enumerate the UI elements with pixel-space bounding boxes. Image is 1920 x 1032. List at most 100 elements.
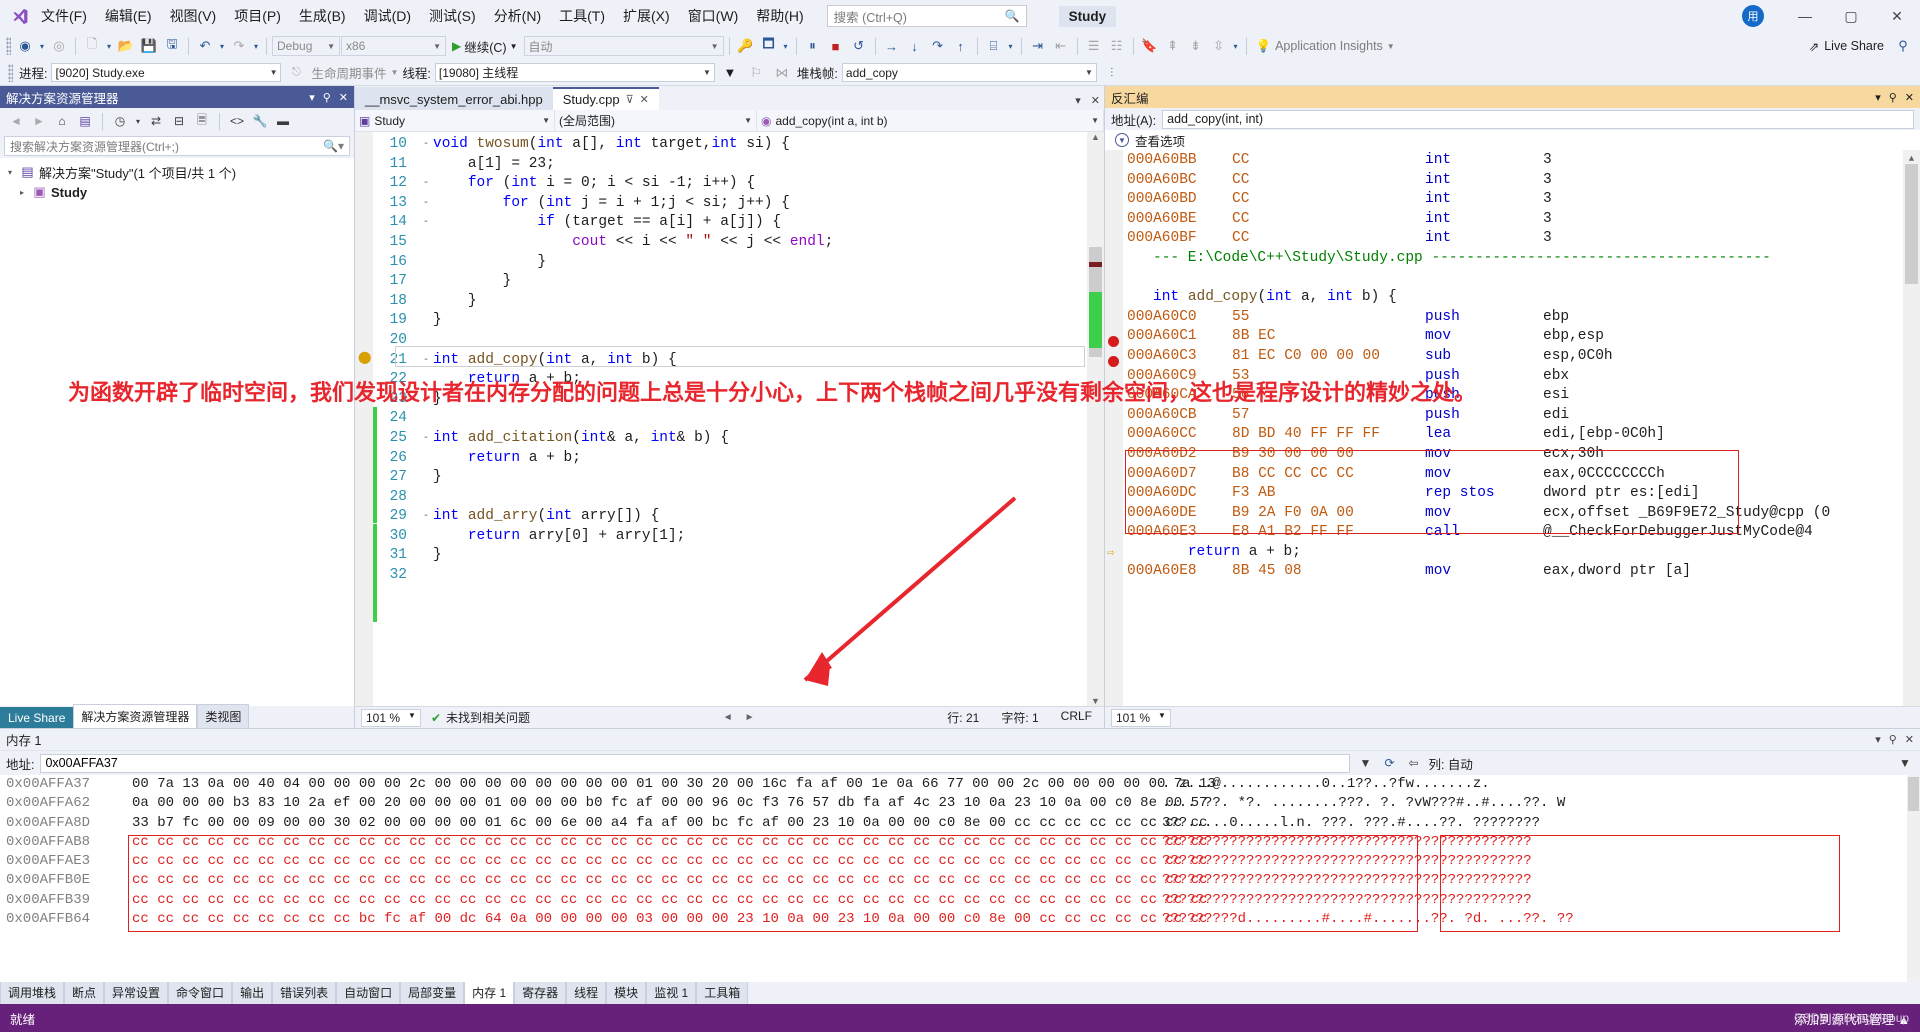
menu-build[interactable]: 生成(B): [290, 2, 355, 30]
close-button[interactable]: ✕: [1874, 0, 1920, 32]
restart-icon[interactable]: ↺: [848, 35, 870, 57]
forward-nav-icon[interactable]: ◎: [48, 35, 70, 57]
back-nav-icon[interactable]: ◉: [14, 35, 36, 57]
code-line[interactable]: 10- void twosum(int a[], int target,int s…: [377, 135, 1104, 155]
code-line[interactable]: 18 }: [377, 292, 1104, 312]
tab-class-view[interactable]: 类视图: [197, 704, 250, 728]
disassembly-instruction-row[interactable]: 000A60E8 8B 45 08 mov eax,dword ptr [a]: [1123, 562, 1920, 582]
code-line[interactable]: 29- int add_arry(int arry[]) {: [377, 507, 1104, 527]
menu-analyze[interactable]: 分析(N): [485, 2, 550, 30]
fold-toggle-icon[interactable]: [419, 253, 433, 273]
close-icon[interactable]: ✕: [1091, 94, 1100, 107]
code-line[interactable]: 15 cout << i << " " << j << endl;: [377, 233, 1104, 253]
editor-vertical-scrollbar[interactable]: ▲ ▼: [1087, 132, 1104, 706]
step-over-icon[interactable]: ↷: [927, 35, 949, 57]
fold-toggle-icon[interactable]: [419, 292, 433, 312]
fold-toggle-icon[interactable]: -: [419, 507, 433, 527]
tab-solution-explorer[interactable]: 解决方案资源管理器: [73, 704, 198, 728]
menu-tools[interactable]: 工具(T): [550, 2, 614, 30]
disassembly-instruction-row[interactable]: 000A60CB 57 push edi: [1123, 406, 1920, 426]
memory-row[interactable]: 0x00AFFAB8 cc cc cc cc cc cc cc cc cc cc …: [0, 833, 1920, 852]
editor-issues-indicator[interactable]: ✔ 未找到相关问题: [431, 709, 530, 726]
breakpoint-icon[interactable]: [1108, 356, 1119, 367]
nav-project-combo[interactable]: ▣ Study ▼: [355, 110, 555, 131]
editor-tab-hpp[interactable]: __msvc_system_error_abi.hpp: [355, 87, 553, 110]
flag-icon[interactable]: ⚐: [745, 62, 767, 84]
stackframe-combo[interactable]: add_copy ▼: [841, 63, 1097, 82]
pin-icon[interactable]: ⚲: [1889, 91, 1897, 104]
memory-row[interactable]: 0x00AFFB0E cc cc cc cc cc cc cc cc cc cc …: [0, 871, 1920, 890]
chevron-down-icon[interactable]: ▾: [1075, 94, 1081, 107]
disassembly-instruction-row[interactable]: 000A60CC 8D BD 40 FF FF FF lea edi,[ebp-0C0…: [1123, 425, 1920, 445]
code-line[interactable]: 28: [377, 488, 1104, 508]
refresh-icon[interactable]: ⟳: [1380, 756, 1398, 770]
more-icon[interactable]: ▬: [273, 111, 293, 131]
disassembly-instruction-row[interactable]: 000A60BD CC int 3: [1123, 190, 1920, 210]
fold-toggle-icon[interactable]: [419, 311, 433, 331]
new-file-icon[interactable]: 🗋: [81, 35, 103, 57]
disassembly-view-options[interactable]: ▼ 查看选项: [1105, 130, 1920, 150]
bottom-tab-错误列表[interactable]: 错误列表: [272, 980, 337, 1004]
memory-row[interactable]: 0x00AFFA62 0a 00 00 00 b3 83 10 2a ef 00 …: [0, 794, 1920, 813]
fold-toggle-icon[interactable]: -: [419, 135, 433, 155]
disassembly-instruction-row[interactable]: 000A60CA 56 push esi: [1123, 386, 1920, 406]
memory-scroll-thumb[interactable]: [1908, 777, 1919, 811]
fold-toggle-icon[interactable]: [419, 449, 433, 469]
comment-icon[interactable]: ☰: [1083, 35, 1105, 57]
sync-icon[interactable]: ⇄: [146, 111, 166, 131]
chevron-down-icon[interactable]: ▼: [1356, 756, 1374, 770]
chevron-down-icon[interactable]: ▾: [1875, 91, 1881, 104]
memory-body[interactable]: 0x00AFFA37 00 7a 13 0a 00 40 04 00 00 00 …: [0, 775, 1920, 982]
toolbar-grip[interactable]: [6, 37, 11, 55]
next-bookmark-icon[interactable]: ⇟: [1185, 35, 1207, 57]
bottom-tab-断点[interactable]: 断点: [64, 980, 105, 1004]
code-line[interactable]: 26 return a + b;: [377, 449, 1104, 469]
memory-row[interactable]: 0x00AFFB39 cc cc cc cc cc cc cc cc cc cc …: [0, 891, 1920, 910]
prev-bookmark-icon[interactable]: ⇞: [1162, 35, 1184, 57]
disassembly-instruction-row[interactable]: 000A60E3 E8 A1 B2 FF FF call @__CheckForDeb…: [1123, 523, 1920, 543]
fold-toggle-icon[interactable]: [419, 488, 433, 508]
code-line[interactable]: 31}: [377, 546, 1104, 566]
fold-toggle-icon[interactable]: [419, 390, 433, 410]
memory-vertical-scrollbar[interactable]: [1907, 775, 1920, 982]
code-line[interactable]: 22 return a + b;: [377, 370, 1104, 390]
wrench-icon[interactable]: 🔧: [250, 111, 270, 131]
live-share-button[interactable]: ⇗ Live Share: [1809, 39, 1884, 54]
fold-toggle-icon[interactable]: [419, 546, 433, 566]
back-dropdown-icon[interactable]: ▾: [37, 35, 47, 57]
open-file-icon[interactable]: 📂: [115, 35, 137, 57]
undo-dropdown-icon[interactable]: ▾: [217, 35, 227, 57]
bottom-tab-命令窗口[interactable]: 命令窗口: [168, 980, 233, 1004]
fold-toggle-icon[interactable]: [419, 409, 433, 429]
menu-window[interactable]: 窗口(W): [679, 2, 748, 30]
lock-icon[interactable]: ⇦: [1404, 756, 1422, 770]
code-line[interactable]: 16 }: [377, 253, 1104, 273]
expander-icon[interactable]: ▾: [4, 168, 16, 177]
scroll-up-icon[interactable]: ▲: [1090, 132, 1101, 142]
chevron-down-icon[interactable]: ▼: [1896, 756, 1914, 770]
nav-forward-icon[interactable]: ►: [29, 111, 49, 131]
editor-zoom-control[interactable]: 101 % ▼: [361, 708, 421, 727]
properties-icon[interactable]: 🗏: [192, 111, 212, 131]
feedback-icon[interactable]: ⚲: [1892, 35, 1914, 57]
close-icon[interactable]: ✕: [1905, 733, 1914, 746]
close-icon[interactable]: ✕: [339, 91, 348, 104]
chevron-down-icon[interactable]: ▾: [133, 111, 143, 131]
editor-tab-cpp[interactable]: Study.cpp ⊽ ✕: [552, 87, 659, 110]
tab-live-share[interactable]: Live Share: [0, 707, 74, 728]
disassembly-instruction-row[interactable]: 000A60BB CC int 3: [1123, 151, 1920, 171]
show-next-statement-icon[interactable]: →: [881, 35, 903, 57]
menu-edit[interactable]: 编辑(E): [96, 2, 161, 30]
parallel-stacks-icon[interactable]: ⋈: [771, 62, 793, 84]
debug-target-combo[interactable]: 自动 ▼: [523, 36, 724, 56]
disassembly-instruction-row[interactable]: 000A60BE CC int 3: [1123, 210, 1920, 230]
debugbar-grip[interactable]: [8, 63, 13, 82]
nav-back-icon[interactable]: ◄: [6, 111, 26, 131]
outdent-icon[interactable]: ⇤: [1050, 35, 1072, 57]
pin-icon[interactable]: ⚲: [1889, 733, 1897, 746]
scroll-down-icon[interactable]: ▼: [1090, 696, 1101, 706]
maximize-button[interactable]: ▢: [1828, 0, 1874, 32]
show-all-files-icon[interactable]: <>: [227, 111, 247, 131]
redo-dropdown-icon[interactable]: ▾: [251, 35, 261, 57]
pin-icon[interactable]: ⚲: [323, 91, 331, 104]
